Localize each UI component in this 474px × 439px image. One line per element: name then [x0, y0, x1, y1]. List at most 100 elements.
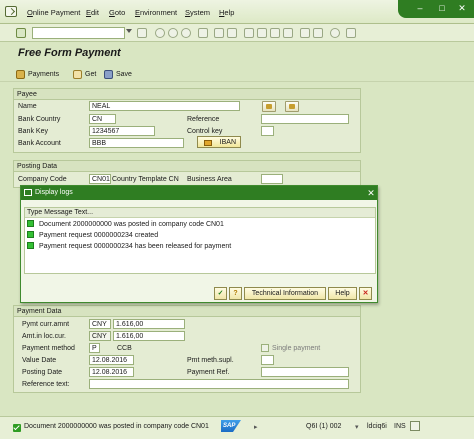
menu-system[interactable]: System: [185, 8, 210, 17]
last-page-icon[interactable]: [283, 28, 293, 38]
control-key-label: Control key: [187, 128, 223, 135]
business-area-field[interactable]: [261, 174, 283, 184]
next-page-icon[interactable]: [270, 28, 280, 38]
payment-method-field[interactable]: P: [89, 343, 100, 353]
chevron-down-icon[interactable]: ▾: [355, 423, 359, 431]
amt-loc-label: Amt.in loc.cur.: [22, 333, 66, 340]
payee-panel: Payee Name NEAL Bank Country CN Referenc…: [13, 88, 361, 153]
single-payment-checkbox[interactable]: [261, 344, 269, 352]
minimize-icon[interactable]: –: [412, 2, 428, 15]
bank-country-label: Bank Country: [18, 116, 61, 123]
maximize-icon[interactable]: □: [434, 2, 450, 15]
posting-panel: Posting Data Company Code CN01 Country T…: [13, 160, 361, 188]
menu-online-payment[interactable]: Online Payment: [27, 8, 80, 17]
amt-loc-amount-field[interactable]: 1.616,00: [113, 331, 185, 341]
log-message: Document 2000000000 was posted in compan…: [39, 221, 224, 228]
menu-edit[interactable]: Edit: [86, 8, 99, 17]
bank-key-field[interactable]: 1234567: [89, 126, 155, 136]
chevron-down-icon[interactable]: [126, 29, 132, 33]
address-button[interactable]: [262, 101, 276, 112]
payment-panel: Payment Data Pymt curr.amnt CNY 1.616,00…: [13, 305, 361, 393]
posting-date-label: Posting Date: [22, 369, 63, 376]
payments-button[interactable]: Payments: [16, 68, 59, 80]
iban-button[interactable]: IBAN: [197, 136, 241, 148]
new-session-icon[interactable]: [300, 28, 310, 38]
amt-loc-currency-field[interactable]: CNY: [89, 331, 111, 341]
log-message: Payment request 0000000234 has been rele…: [39, 243, 232, 250]
cancel-button[interactable]: ✕: [359, 287, 372, 300]
shortcut-icon[interactable]: [313, 28, 323, 38]
check-icon: [13, 424, 21, 432]
save-button[interactable]: Save: [104, 68, 132, 80]
layout-icon[interactable]: [346, 28, 356, 38]
get-button[interactable]: Get: [73, 68, 96, 80]
pymt-curr-amount-field[interactable]: 1.616,00: [113, 319, 185, 329]
back-icon[interactable]: [155, 28, 165, 38]
help-info-icon[interactable]: ?: [229, 287, 242, 300]
help-icon[interactable]: [330, 28, 340, 38]
reference-label: Reference: [187, 116, 220, 123]
menu-goto[interactable]: Goto: [109, 8, 125, 17]
system-info[interactable]: Q6I (1) 002: [306, 423, 341, 430]
name-field[interactable]: NEAL: [89, 101, 240, 111]
close-icon[interactable]: ✕: [454, 2, 470, 15]
first-page-icon[interactable]: [244, 28, 254, 38]
bank-account-field[interactable]: BBB: [89, 138, 184, 148]
payment-ref-field[interactable]: [261, 367, 349, 377]
pymt-curr-currency-field[interactable]: CNY: [89, 319, 111, 329]
system-toolbar: [0, 24, 474, 42]
status-bar: Document 2000000000 was posted in compan…: [0, 416, 474, 439]
app-menu-icon[interactable]: [5, 6, 17, 17]
find-icon[interactable]: [214, 28, 224, 38]
status-message[interactable]: Document 2000000000 was posted in compan…: [24, 423, 209, 430]
reference-field[interactable]: [261, 114, 349, 124]
get-icon: [73, 69, 82, 79]
company-code-label: Company Code: [18, 176, 67, 183]
payment-method-desc: CCB: [117, 345, 132, 352]
pmt-meth-supl-field[interactable]: [261, 355, 274, 365]
payment-ref-label: Payment Ref.: [187, 369, 230, 376]
log-row[interactable]: Payment request 0000000234 created: [27, 231, 158, 241]
dialog-titlebar: Display logs ✕: [21, 186, 377, 200]
log-table: Type Message Text... Document 2000000000…: [24, 207, 376, 274]
log-message: Payment request 0000000234 created: [39, 232, 159, 239]
menu-environment[interactable]: Environment: [135, 8, 177, 17]
sap-logo: SAP: [221, 420, 241, 432]
dialog-title: Display logs: [35, 189, 73, 196]
menu-help[interactable]: Help: [219, 8, 234, 17]
posting-date-field[interactable]: 12.08.2016: [89, 367, 134, 377]
log-row[interactable]: Payment request 0000000234 has been rele…: [27, 242, 231, 252]
bank-key-label: Bank Key: [18, 128, 48, 135]
company-code-field[interactable]: CN01: [89, 174, 111, 184]
get-label: Get: [85, 70, 97, 78]
help-label: Help: [335, 290, 350, 297]
save-icon[interactable]: [137, 28, 147, 38]
exit-icon[interactable]: [168, 28, 178, 38]
dialog-close-icon[interactable]: ✕: [365, 186, 377, 200]
value-date-field[interactable]: 12.08.2016: [89, 355, 134, 365]
success-icon: [27, 231, 34, 238]
success-icon: [27, 242, 34, 249]
name-label: Name: [18, 103, 37, 110]
window-controls: – □ ✕: [398, 0, 474, 18]
enter-icon[interactable]: [16, 28, 26, 38]
bank-country-field[interactable]: CN: [89, 114, 116, 124]
insert-mode[interactable]: INS: [394, 423, 406, 430]
bank-account-label: Bank Account: [18, 140, 61, 147]
business-area-label: Business Area: [187, 176, 232, 183]
reference-text-field[interactable]: [89, 379, 349, 389]
control-key-field[interactable]: [261, 126, 274, 136]
log-row[interactable]: Document 2000000000 was posted in compan…: [27, 220, 224, 230]
print-icon[interactable]: [198, 28, 208, 38]
find-next-icon[interactable]: [227, 28, 237, 38]
confirm-button[interactable]: ✓: [214, 287, 227, 300]
cancel-icon[interactable]: [181, 28, 191, 38]
previous-page-icon[interactable]: [257, 28, 267, 38]
lock-icon[interactable]: [410, 421, 420, 431]
country-template-label: Country Template CN: [112, 176, 179, 183]
bank-details-button[interactable]: [285, 101, 299, 112]
technical-information-button[interactable]: Technical Information: [244, 287, 326, 300]
help-button[interactable]: Help: [328, 287, 357, 300]
chevron-right-icon[interactable]: ▸: [254, 423, 258, 431]
command-field[interactable]: [32, 27, 125, 39]
